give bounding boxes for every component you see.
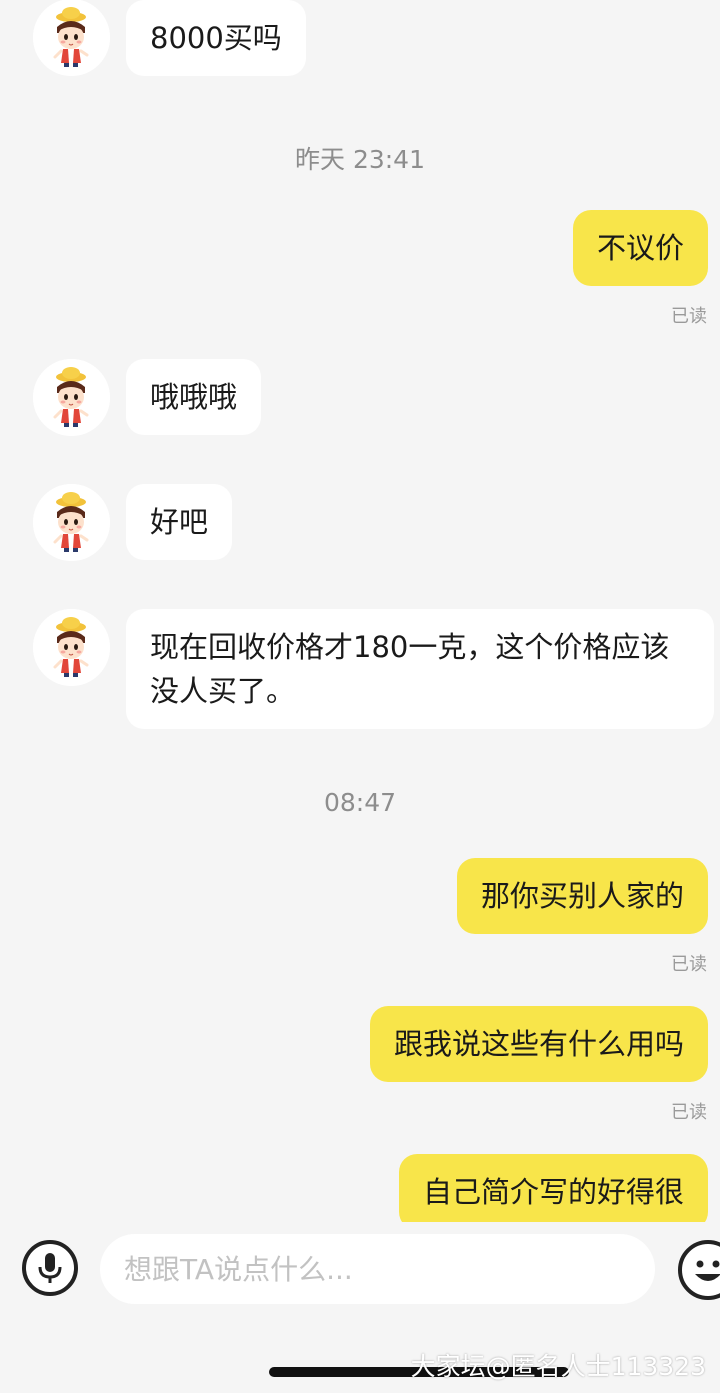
read-status: 已读 [671, 1102, 707, 1123]
outgoing-message-bubble[interactable]: 跟我说这些有什么用吗 [369, 1006, 708, 1082]
watermark: 大家坛@匿名人士113323 [410, 1352, 706, 1381]
timestamp: 08:47 [323, 788, 397, 817]
contact-avatar[interactable] [33, 359, 110, 436]
outgoing-message-bubble[interactable]: 不议价 [572, 210, 708, 286]
incoming-message-bubble[interactable]: 哦哦哦 [126, 359, 262, 435]
read-status: 已读 [671, 306, 707, 327]
incoming-message-bubble[interactable]: 8000买吗 [126, 0, 306, 76]
contact-avatar[interactable] [33, 0, 110, 76]
smiley-icon [695, 1260, 720, 1281]
incoming-message-bubble[interactable]: 好吧 [126, 484, 233, 560]
outgoing-message-bubble[interactable]: 那你买别人家的 [456, 858, 708, 934]
contact-avatar[interactable] [33, 484, 110, 561]
microphone-icon [38, 1253, 62, 1283]
read-status: 已读 [671, 954, 707, 975]
timestamp: 昨天 23:41 [295, 145, 425, 174]
message-input[interactable] [100, 1234, 655, 1304]
outgoing-message-bubble[interactable]: 自己简介写的好得很 [398, 1154, 708, 1222]
emoji-button[interactable] [678, 1240, 720, 1300]
contact-avatar[interactable] [33, 609, 110, 686]
chat-message-list[interactable]: 8000买吗 昨天 23:41 不议价 已读 哦哦哦 好吧 现在回收价格才180… [0, 0, 720, 1222]
voice-input-button[interactable] [22, 1240, 78, 1296]
incoming-message-bubble[interactable]: 现在回收价格才180一克，这个价格应该没人买了。 [126, 609, 714, 729]
